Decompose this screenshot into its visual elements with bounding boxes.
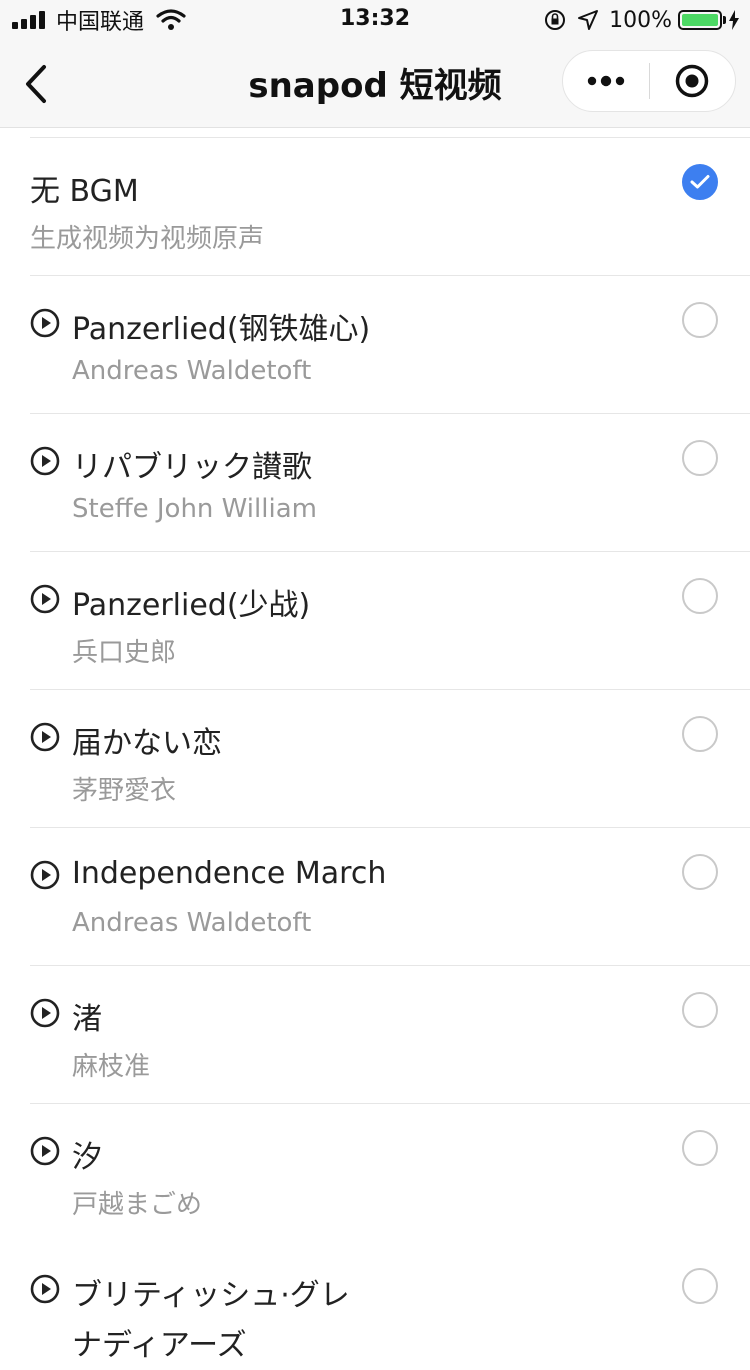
- bgm-title-line2: ナディアーズ: [72, 1328, 247, 1363]
- bgm-list: 无 BGM 生成视频为视频原声 Panzerlied(钢铁雄心) Andreas…: [0, 128, 750, 1370]
- bgm-item[interactable]: Panzerlied(钢铁雄心) Andreas Waldetoft: [0, 138, 750, 386]
- play-preview-icon[interactable]: [30, 1274, 60, 1304]
- bgm-item[interactable]: 汐 戸越まごめ: [0, 966, 750, 1220]
- bgm-title: ブリティッシュ·グレ: [72, 1278, 350, 1313]
- bgm-item[interactable]: Panzerlied(少战) 兵口史郎: [0, 414, 750, 668]
- select-radio[interactable]: [682, 1268, 718, 1304]
- bgm-item[interactable]: ブリティッシュ·グレ ナディアーズ: [0, 1104, 750, 1363]
- bgm-item[interactable]: 渚 麻枝准: [0, 828, 750, 1082]
- bgm-item[interactable]: リパブリック讃歌 Steffe John William: [0, 276, 750, 524]
- bgm-item[interactable]: Independence March Andreas Waldetoft: [0, 690, 750, 938]
- bgm-item-none[interactable]: 无 BGM 生成视频为视频原声: [0, 0, 750, 254]
- bgm-item[interactable]: 届かない恋 茅野愛衣: [0, 552, 750, 806]
